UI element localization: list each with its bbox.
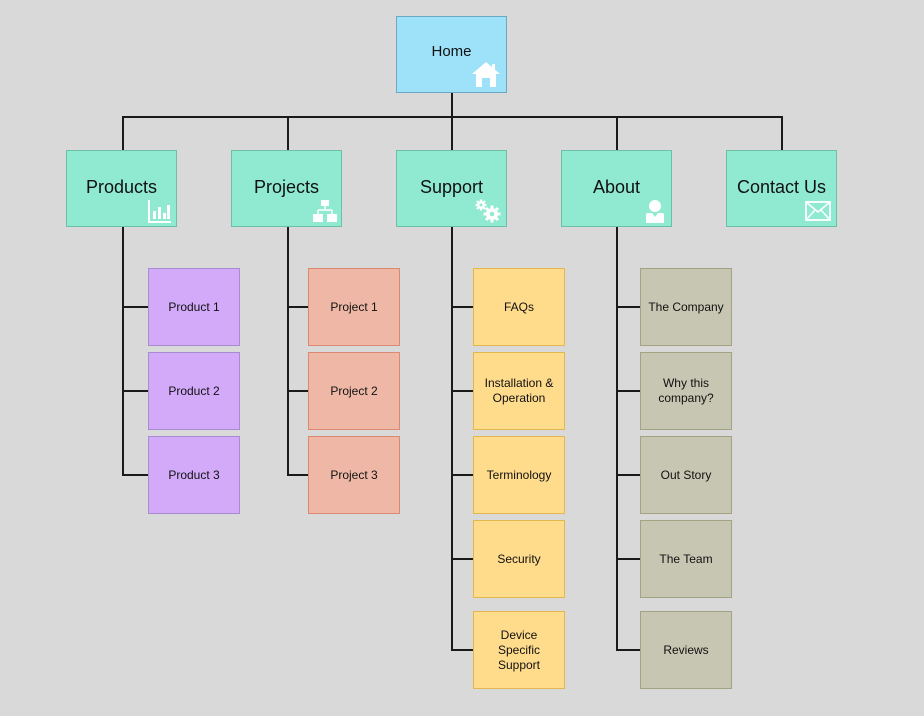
node-security[interactable]: Security [473,520,565,598]
node-label: Project 3 [330,467,378,482]
node-device-specific-support[interactable]: Device Specific Support [473,611,565,689]
node-product-3[interactable]: Product 3 [148,436,240,514]
node-project-3[interactable]: Project 3 [308,436,400,514]
branch-project-1 [287,306,308,308]
branch-support-4 [451,558,473,560]
products-spine [122,226,124,475]
branch-product-1 [122,306,148,308]
projects-spine [287,226,289,475]
node-label: Product 1 [168,299,220,314]
node-projects-label: Projects [253,177,320,197]
branch-about-4 [616,558,640,560]
connector-to-about [616,116,618,150]
node-out-story[interactable]: Out Story [640,436,732,514]
node-label: Why this company? [658,376,714,405]
about-spine [616,226,618,650]
node-product-1[interactable]: Product 1 [148,268,240,346]
node-home[interactable]: Home [396,16,507,93]
connector-to-projects [287,116,289,150]
branch-product-2 [122,390,148,392]
node-project-2[interactable]: Project 2 [308,352,400,430]
node-label: FAQs [503,299,534,314]
node-products-label: Products [85,177,158,197]
branch-support-1 [451,306,473,308]
connector-home-down [451,92,453,116]
branch-support-2 [451,390,473,392]
branch-about-1 [616,306,640,308]
node-about-label: About [592,177,641,197]
node-installation-operation[interactable]: Installation & Operation [473,352,565,430]
node-support[interactable]: Support [396,150,507,227]
branch-about-5 [616,649,640,651]
branch-product-3 [122,474,148,476]
node-label: Security [497,551,541,566]
node-label: Product 3 [168,467,220,482]
node-reviews[interactable]: Reviews [640,611,732,689]
node-product-2[interactable]: Product 2 [148,352,240,430]
node-label: The Company [648,299,724,314]
node-label: Terminology [486,467,552,482]
node-projects[interactable]: Projects [231,150,342,227]
node-label: Device Specific Support [497,627,541,672]
node-project-1[interactable]: Project 1 [308,268,400,346]
branch-about-3 [616,474,640,476]
connector-to-contact [781,116,783,150]
node-label: Product 2 [168,383,220,398]
node-about[interactable]: About [561,150,672,227]
connector-to-products [122,116,124,150]
envelope-icon [805,201,831,221]
sitemap-icon [313,199,337,223]
connector-to-support [451,116,453,150]
bar-chart-icon [148,199,172,223]
node-label: Installation & Operation [484,376,554,405]
user-icon [645,199,665,223]
node-terminology[interactable]: Terminology [473,436,565,514]
node-why-this-company[interactable]: Why this company? [640,352,732,430]
node-support-label: Support [419,177,484,197]
home-icon [471,60,501,88]
branch-project-2 [287,390,308,392]
branch-support-3 [451,474,473,476]
branch-project-3 [287,474,308,476]
node-home-label: Home [431,43,472,60]
node-faqs[interactable]: FAQs [473,268,565,346]
node-products[interactable]: Products [66,150,177,227]
branch-support-5 [451,649,473,651]
support-spine [451,226,453,650]
gears-icon [474,199,502,223]
node-contact-us-label: Contact Us [736,177,827,197]
node-label: Project 2 [330,383,378,398]
node-label: The Team [659,551,713,566]
node-label: Reviews [663,642,709,657]
node-label: Project 1 [330,299,378,314]
node-label: Out Story [660,467,712,482]
node-contact-us[interactable]: Contact Us [726,150,837,227]
node-the-company[interactable]: The Company [640,268,732,346]
branch-about-2 [616,390,640,392]
node-the-team[interactable]: The Team [640,520,732,598]
